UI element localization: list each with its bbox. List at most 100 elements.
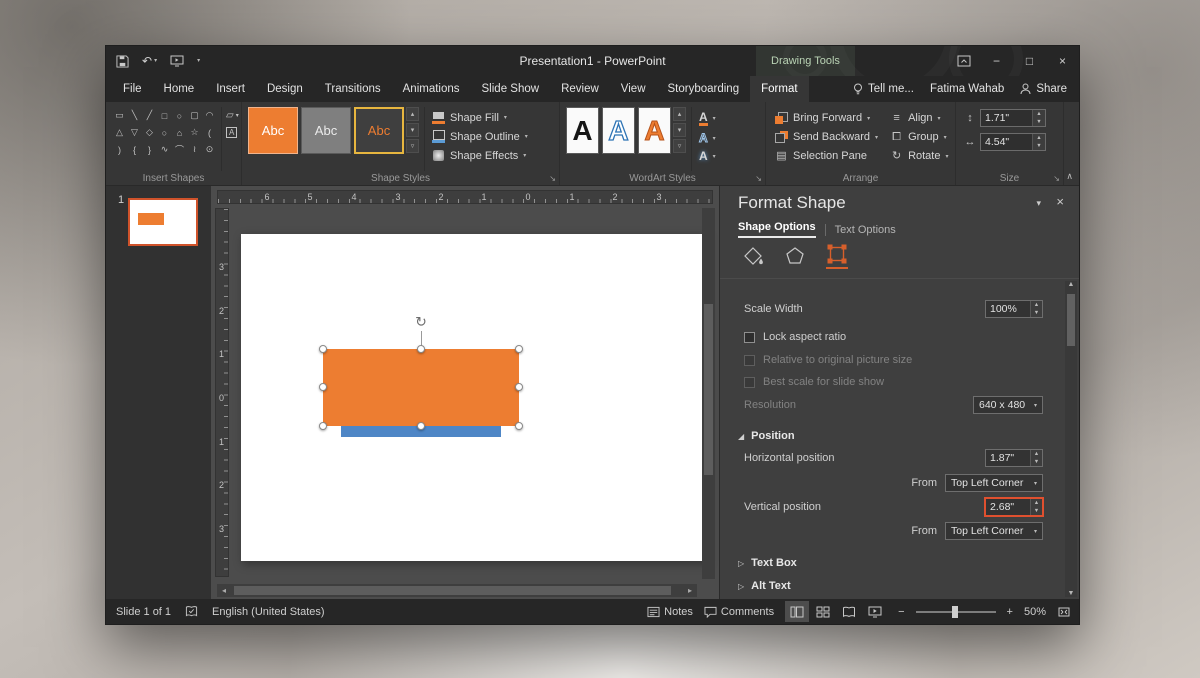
shape-tool-icon[interactable]: ○	[162, 128, 167, 138]
relative-original-checkbox[interactable]	[744, 355, 755, 366]
tab-design[interactable]: Design	[256, 76, 314, 102]
horizontal-position-stepper[interactable]: ▲▼	[1030, 450, 1042, 466]
zoom-level[interactable]: 50%	[1024, 606, 1046, 618]
pane-options-button[interactable]: ▾	[1036, 198, 1041, 209]
text-effects-button[interactable]: A▾	[699, 150, 716, 162]
selection-handle-sw[interactable]	[319, 422, 327, 430]
text-box-section-header[interactable]: ▷ Text Box	[738, 554, 797, 572]
shape-tool-icon[interactable]: ▢	[190, 110, 199, 121]
selection-handle-n[interactable]	[417, 345, 425, 353]
vertical-position-stepper[interactable]: ▲▼	[1030, 499, 1042, 515]
vertical-scrollbar[interactable]	[702, 208, 715, 579]
slide-sorter-view-button[interactable]	[811, 601, 835, 622]
zoom-out-button[interactable]: −	[898, 606, 904, 618]
shape-tool-icon[interactable]: {	[133, 145, 136, 155]
shape-width-input[interactable]: 4.54" ▲▼	[980, 133, 1046, 151]
share-button[interactable]: Share	[1020, 83, 1067, 95]
fill-line-category-button[interactable]	[742, 245, 764, 269]
tab-transitions[interactable]: Transitions	[314, 76, 392, 102]
rotate-button[interactable]: ↻Rotate▾	[890, 150, 948, 162]
group-button[interactable]: ⧠Group▾	[890, 131, 948, 143]
shape-tool-icon[interactable]: ╲	[132, 110, 137, 121]
shape-styles-dialog-launcher[interactable]: ↘	[549, 174, 556, 183]
vertical-scrollbar-thumb[interactable]	[704, 304, 713, 475]
resolution-dropdown[interactable]: 640 x 480▾	[973, 396, 1043, 414]
fit-slide-to-window-button[interactable]	[1057, 606, 1071, 618]
tab-text-options[interactable]: Text Options	[835, 224, 896, 236]
tab-storyboarding[interactable]: Storyboarding	[657, 76, 751, 102]
shape-tool-icon[interactable]: □	[162, 111, 167, 121]
shape-outline-button[interactable]: Shape Outline▾	[432, 130, 528, 143]
shape-tool-icon[interactable]: ◇	[146, 127, 153, 138]
slide-canvas[interactable]: ↻	[241, 234, 706, 561]
scale-width-input[interactable]: 100% ▲▼	[985, 300, 1043, 318]
wordart-style-black[interactable]: A	[566, 107, 599, 154]
horizontal-from-dropdown[interactable]: Top Left Corner▾	[945, 474, 1043, 492]
tab-slide-show[interactable]: Slide Show	[471, 76, 551, 102]
selection-handle-nw[interactable]	[319, 345, 327, 353]
undo-dropdown-arrow[interactable]: ▾	[154, 58, 157, 64]
pane-scrollbar-thumb[interactable]	[1067, 294, 1075, 346]
edit-shape-button[interactable]: ▱▾	[226, 110, 239, 121]
shape-width-stepper[interactable]: ▲▼	[1032, 134, 1045, 150]
normal-view-button[interactable]	[785, 601, 809, 622]
tab-shape-options[interactable]: Shape Options	[738, 221, 816, 238]
shape-tool-icon[interactable]: ▽	[131, 127, 138, 138]
scale-width-stepper[interactable]: ▲▼	[1030, 301, 1042, 317]
bring-forward-button[interactable]: Bring Forward▾	[775, 112, 878, 124]
slide-thumbnail[interactable]	[128, 198, 198, 246]
zoom-slider-thumb[interactable]	[952, 606, 958, 618]
shape-tool-icon[interactable]: ◠	[206, 110, 214, 121]
language-status-button[interactable]: English (United States)	[212, 606, 325, 618]
collapse-ribbon-button[interactable]: ∧	[1066, 171, 1073, 182]
selection-handle-e[interactable]	[515, 383, 523, 391]
notes-button[interactable]: Notes	[647, 606, 693, 618]
tab-format[interactable]: Format	[750, 76, 808, 102]
selection-handle-se[interactable]	[515, 422, 523, 430]
shape-style-thumbnail-orange[interactable]: Abc	[248, 107, 298, 154]
undo-button[interactable]: ↶▾	[142, 55, 157, 67]
vertical-from-dropdown[interactable]: Top Left Corner▾	[945, 522, 1043, 540]
minimize-button[interactable]: −	[980, 46, 1013, 76]
shape-tool-icon[interactable]: ⌒	[175, 143, 184, 156]
orange-rectangle-shape[interactable]	[323, 349, 519, 426]
selection-handle-ne[interactable]	[515, 345, 523, 353]
gallery-more-button[interactable]: ▿	[406, 139, 419, 153]
tab-view[interactable]: View	[610, 76, 657, 102]
wordart-dialog-launcher[interactable]: ↘	[755, 174, 762, 183]
selection-handle-w[interactable]	[319, 383, 327, 391]
shape-tool-icon[interactable]: ∿	[161, 144, 169, 155]
pane-close-button[interactable]: ×	[1056, 194, 1064, 209]
shape-height-input[interactable]: 1.71" ▲▼	[980, 109, 1046, 127]
shape-tool-icon[interactable]: ▭	[115, 110, 124, 121]
gallery-up-button[interactable]: ▴	[406, 107, 419, 121]
close-button[interactable]: ×	[1046, 46, 1079, 76]
shape-tool-icon[interactable]: (	[208, 128, 211, 138]
shape-style-thumbnail-outline[interactable]: Abc	[354, 107, 404, 154]
zoom-slider[interactable]	[916, 605, 996, 619]
comments-button[interactable]: Comments	[704, 606, 774, 618]
size-properties-category-button[interactable]	[826, 243, 848, 269]
gallery-down-button[interactable]: ▾	[406, 123, 419, 137]
vertical-position-input[interactable]: 2.68" ▲▼	[985, 498, 1043, 516]
tab-review[interactable]: Review	[550, 76, 610, 102]
text-box-button[interactable]: A	[226, 127, 239, 138]
gallery-up-button[interactable]: ▴	[673, 107, 686, 121]
zoom-in-button[interactable]: +	[1007, 606, 1013, 618]
horizontal-scrollbar-track[interactable]	[231, 584, 683, 597]
scroll-left-arrow[interactable]: ◂	[217, 586, 231, 595]
shape-tool-icon[interactable]: )	[118, 145, 121, 155]
gallery-more-button[interactable]: ▿	[673, 139, 686, 153]
pane-scroll-down-arrow[interactable]: ▼	[1065, 590, 1077, 597]
wordart-style-blue-outline[interactable]: A	[602, 107, 635, 154]
shape-tool-icon[interactable]: △	[116, 127, 123, 138]
alt-text-section-header[interactable]: ▷ Alt Text	[738, 577, 791, 595]
slideshow-view-button[interactable]	[863, 601, 887, 622]
shape-height-stepper[interactable]: ▲▼	[1032, 110, 1045, 126]
shape-tool-icon[interactable]: ≀	[193, 144, 196, 155]
shape-style-thumbnail-gray[interactable]: Abc	[301, 107, 351, 154]
contextual-tab-group-drawing-tools[interactable]: Drawing Tools	[756, 46, 855, 76]
reading-view-button[interactable]	[837, 601, 861, 622]
gallery-down-button[interactable]: ▾	[673, 123, 686, 137]
pane-scrollbar[interactable]: ▲ ▼	[1065, 281, 1077, 597]
